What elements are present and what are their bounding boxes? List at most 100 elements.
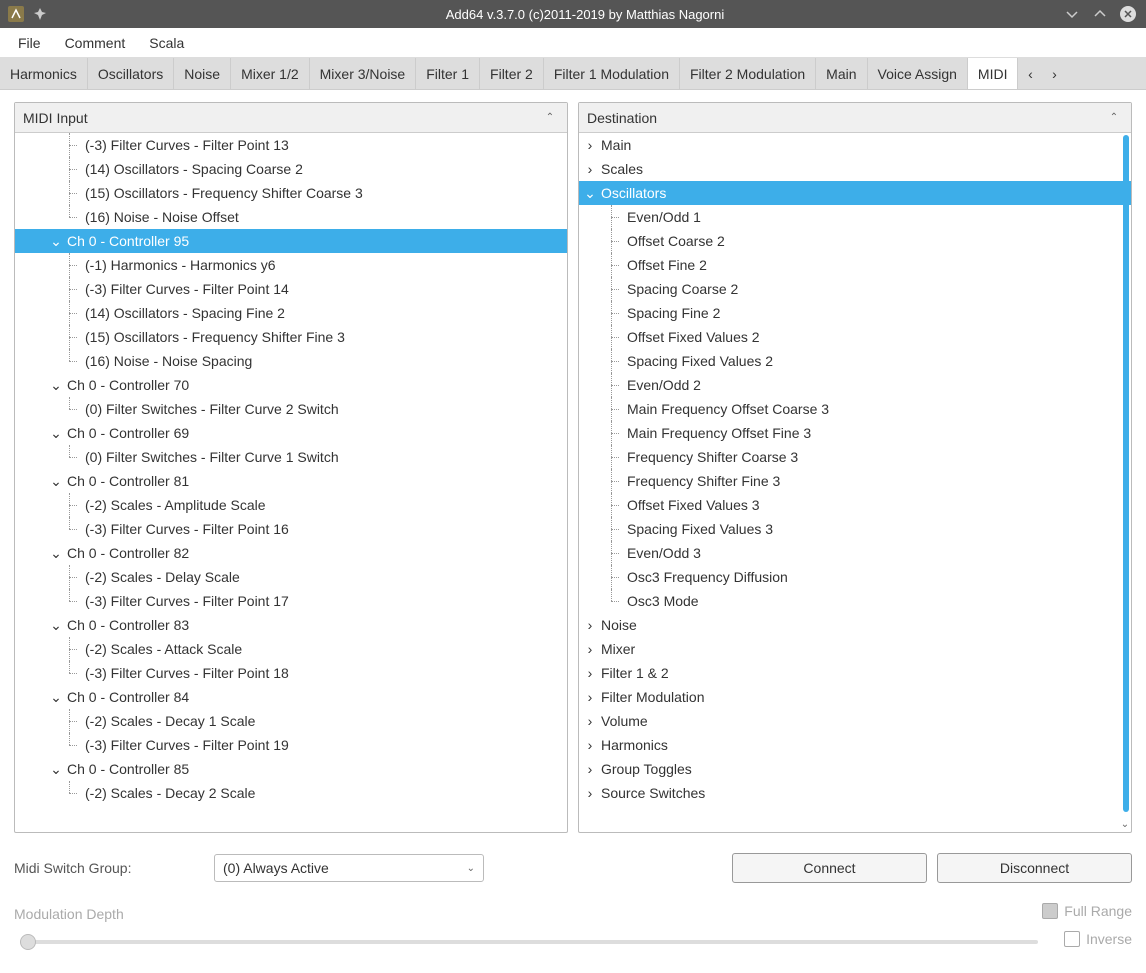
tab-scroll-right[interactable]: ›: [1042, 58, 1066, 89]
tree-item[interactable]: (0) Filter Switches - Filter Curve 2 Swi…: [15, 397, 567, 421]
chevron-down-icon[interactable]: ⌄: [49, 234, 63, 248]
tree-item[interactable]: ›Volume: [579, 709, 1131, 733]
tree-item[interactable]: Spacing Coarse 2: [597, 277, 1131, 301]
full-range-checkbox[interactable]: [1042, 903, 1058, 919]
chevron-right-icon[interactable]: ›: [583, 738, 597, 752]
chevron-down-icon[interactable]: ⌄: [49, 690, 63, 704]
tree-item[interactable]: (-3) Filter Curves - Filter Point 16: [15, 517, 567, 541]
tree-item[interactable]: (-2) Scales - Attack Scale: [15, 637, 567, 661]
tree-item[interactable]: ›Filter 1 & 2: [579, 661, 1131, 685]
slider-thumb[interactable]: [20, 934, 36, 950]
chevron-right-icon[interactable]: ›: [583, 618, 597, 632]
tab-noise[interactable]: Noise: [174, 58, 231, 89]
tab-filter-1-modulation[interactable]: Filter 1 Modulation: [544, 58, 680, 89]
tree-item[interactable]: (14) Oscillators - Spacing Coarse 2: [15, 157, 567, 181]
scrollbar[interactable]: [1123, 135, 1129, 812]
tree-item[interactable]: ⌄Ch 0 - Controller 81: [15, 469, 567, 493]
tree-item[interactable]: ›Group Toggles: [579, 757, 1131, 781]
tree-item[interactable]: (-3) Filter Curves - Filter Point 19: [15, 733, 567, 757]
tree-item[interactable]: Offset Fine 2: [597, 253, 1131, 277]
tree-item[interactable]: ⌄Oscillators: [579, 181, 1131, 205]
tab-filter-1[interactable]: Filter 1: [416, 58, 480, 89]
chevron-down-icon[interactable]: ⌄: [49, 546, 63, 560]
tree-item[interactable]: (16) Noise - Noise Spacing: [15, 349, 567, 373]
tree-item[interactable]: Even/Odd 1: [597, 205, 1131, 229]
tree-item[interactable]: (0) Filter Switches - Filter Curve 1 Swi…: [15, 445, 567, 469]
scroll-up-icon[interactable]: ⌃: [1105, 112, 1123, 123]
tree-item[interactable]: Frequency Shifter Fine 3: [597, 469, 1131, 493]
tree-item[interactable]: ›Harmonics: [579, 733, 1131, 757]
tree-item[interactable]: Offset Fixed Values 3: [597, 493, 1131, 517]
tree-item[interactable]: Offset Fixed Values 2: [597, 325, 1131, 349]
chevron-down-icon[interactable]: ⌄: [49, 474, 63, 488]
tree-item[interactable]: (15) Oscillators - Frequency Shifter Fin…: [15, 325, 567, 349]
menu-scala[interactable]: Scala: [137, 31, 196, 55]
midi-input-tree[interactable]: (-3) Filter Curves - Filter Point 13(14)…: [15, 133, 567, 805]
chevron-down-icon[interactable]: ⌄: [49, 378, 63, 392]
tab-midi[interactable]: MIDI: [968, 58, 1019, 89]
minimize-button[interactable]: [1062, 4, 1082, 24]
chevron-down-icon[interactable]: ⌄: [583, 186, 597, 200]
switch-group-select[interactable]: (0) Always Active ⌄: [214, 854, 484, 882]
tree-item[interactable]: ›Noise: [579, 613, 1131, 637]
menu-comment[interactable]: Comment: [53, 31, 138, 55]
scroll-down-icon[interactable]: ⌄: [1119, 816, 1131, 832]
tab-scroll-left[interactable]: ‹: [1018, 58, 1042, 89]
tree-item[interactable]: ›Main: [579, 133, 1131, 157]
destination-tree[interactable]: ›Main›Scales⌄OscillatorsEven/Odd 1Offset…: [579, 133, 1131, 805]
connect-button[interactable]: Connect: [732, 853, 927, 883]
tree-item[interactable]: Osc3 Mode: [597, 589, 1131, 613]
tree-item[interactable]: Spacing Fixed Values 2: [597, 349, 1131, 373]
tab-mixer-1-2[interactable]: Mixer 1/2: [231, 58, 310, 89]
tree-item[interactable]: ⌄Ch 0 - Controller 83: [15, 613, 567, 637]
tree-item[interactable]: ⌄Ch 0 - Controller 85: [15, 757, 567, 781]
tree-item[interactable]: (-2) Scales - Decay 1 Scale: [15, 709, 567, 733]
tab-filter-2-modulation[interactable]: Filter 2 Modulation: [680, 58, 816, 89]
tree-item[interactable]: Spacing Fixed Values 3: [597, 517, 1131, 541]
tree-item[interactable]: ⌄Ch 0 - Controller 69: [15, 421, 567, 445]
tree-item[interactable]: (14) Oscillators - Spacing Fine 2: [15, 301, 567, 325]
tab-harmonics[interactable]: Harmonics: [0, 58, 88, 89]
tree-item[interactable]: ⌄Ch 0 - Controller 84: [15, 685, 567, 709]
chevron-down-icon[interactable]: ⌄: [49, 426, 63, 440]
maximize-button[interactable]: [1090, 4, 1110, 24]
tree-item[interactable]: (-3) Filter Curves - Filter Point 13: [15, 133, 567, 157]
tree-item[interactable]: Osc3 Frequency Diffusion: [597, 565, 1131, 589]
tree-item[interactable]: Main Frequency Offset Fine 3: [597, 421, 1131, 445]
tree-item[interactable]: Spacing Fine 2: [597, 301, 1131, 325]
tab-voice-assign[interactable]: Voice Assign: [868, 58, 968, 89]
tree-item[interactable]: ›Scales: [579, 157, 1131, 181]
inverse-checkbox[interactable]: [1064, 931, 1080, 947]
tree-item[interactable]: (16) Noise - Noise Offset: [15, 205, 567, 229]
tree-item[interactable]: (-1) Harmonics - Harmonics y6: [15, 253, 567, 277]
tree-item[interactable]: ›Filter Modulation: [579, 685, 1131, 709]
chevron-right-icon[interactable]: ›: [583, 690, 597, 704]
chevron-right-icon[interactable]: ›: [583, 162, 597, 176]
chevron-right-icon[interactable]: ›: [583, 138, 597, 152]
tree-item[interactable]: Even/Odd 3: [597, 541, 1131, 565]
tree-item[interactable]: ›Source Switches: [579, 781, 1131, 805]
tree-item[interactable]: (-2) Scales - Delay Scale: [15, 565, 567, 589]
chevron-down-icon[interactable]: ⌄: [49, 618, 63, 632]
pin-icon[interactable]: [32, 6, 48, 22]
tree-item[interactable]: ›Mixer: [579, 637, 1131, 661]
tree-item[interactable]: ⌄Ch 0 - Controller 95: [15, 229, 567, 253]
scroll-up-icon[interactable]: ⌃: [541, 112, 559, 123]
tree-item[interactable]: Frequency Shifter Coarse 3: [597, 445, 1131, 469]
tree-item[interactable]: Even/Odd 2: [597, 373, 1131, 397]
chevron-right-icon[interactable]: ›: [583, 642, 597, 656]
chevron-down-icon[interactable]: ⌄: [49, 762, 63, 776]
chevron-right-icon[interactable]: ›: [583, 714, 597, 728]
tree-item[interactable]: Offset Coarse 2: [597, 229, 1131, 253]
chevron-right-icon[interactable]: ›: [583, 666, 597, 680]
tree-item[interactable]: (-2) Scales - Amplitude Scale: [15, 493, 567, 517]
chevron-right-icon[interactable]: ›: [583, 786, 597, 800]
close-button[interactable]: [1118, 4, 1138, 24]
tree-item[interactable]: (-3) Filter Curves - Filter Point 18: [15, 661, 567, 685]
tree-item[interactable]: (-2) Scales - Decay 2 Scale: [15, 781, 567, 805]
chevron-right-icon[interactable]: ›: [583, 762, 597, 776]
tab-main[interactable]: Main: [816, 58, 867, 89]
modulation-depth-slider[interactable]: [20, 940, 1038, 944]
tree-item[interactable]: (15) Oscillators - Frequency Shifter Coa…: [15, 181, 567, 205]
tree-item[interactable]: ⌄Ch 0 - Controller 70: [15, 373, 567, 397]
